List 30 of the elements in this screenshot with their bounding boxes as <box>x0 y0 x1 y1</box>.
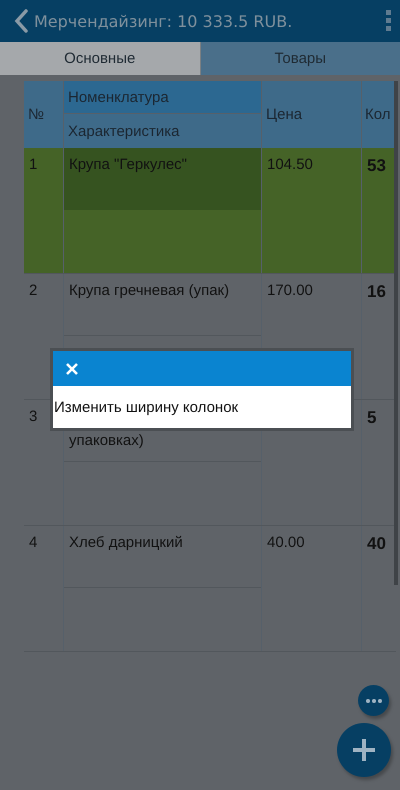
table-cell: 3 <box>29 408 38 425</box>
back-icon[interactable] <box>14 9 28 33</box>
table-cell: 2 <box>29 282 38 299</box>
table-cell: 4 <box>29 534 38 551</box>
menu-item[interactable]: Изменить ширину колонок <box>53 386 351 428</box>
table-cell: 40.00 <box>267 534 305 551</box>
table-cell: 16 <box>367 282 386 301</box>
table-cell: 53 <box>367 156 386 175</box>
more-button[interactable] <box>358 685 389 716</box>
table-cell: Крупа "Геркулес" <box>69 156 187 173</box>
table-cell: упаковках) <box>69 432 144 449</box>
table-cell: 170.00 <box>267 282 313 299</box>
column-header: № <box>27 105 46 125</box>
more-icon <box>366 698 382 702</box>
table-cell: Крупа гречневая (упак) <box>69 282 230 299</box>
add-button[interactable] <box>337 723 391 777</box>
table-cell: 5 <box>367 408 376 427</box>
column-header: Номенклатура <box>64 81 261 114</box>
overflow-menu-icon[interactable] <box>386 10 392 32</box>
table-cell: 40 <box>367 534 386 553</box>
table-cell: Хлеб дарницкий <box>69 534 183 551</box>
tab[interactable]: Основные <box>0 42 200 75</box>
tab[interactable]: Товары <box>200 42 400 75</box>
table-row[interactable]: 1 Крупа "Геркулес" 104.50 53 <box>24 148 396 274</box>
screen-title: Мерчендайзинг: 10 333.5 RUB. <box>34 12 294 30</box>
plus-icon <box>353 739 375 761</box>
column-header: Характеристика <box>67 122 181 142</box>
table-cell: 104.50 <box>267 156 313 173</box>
close-icon[interactable] <box>66 362 78 374</box>
table-cell: 1 <box>29 156 38 173</box>
